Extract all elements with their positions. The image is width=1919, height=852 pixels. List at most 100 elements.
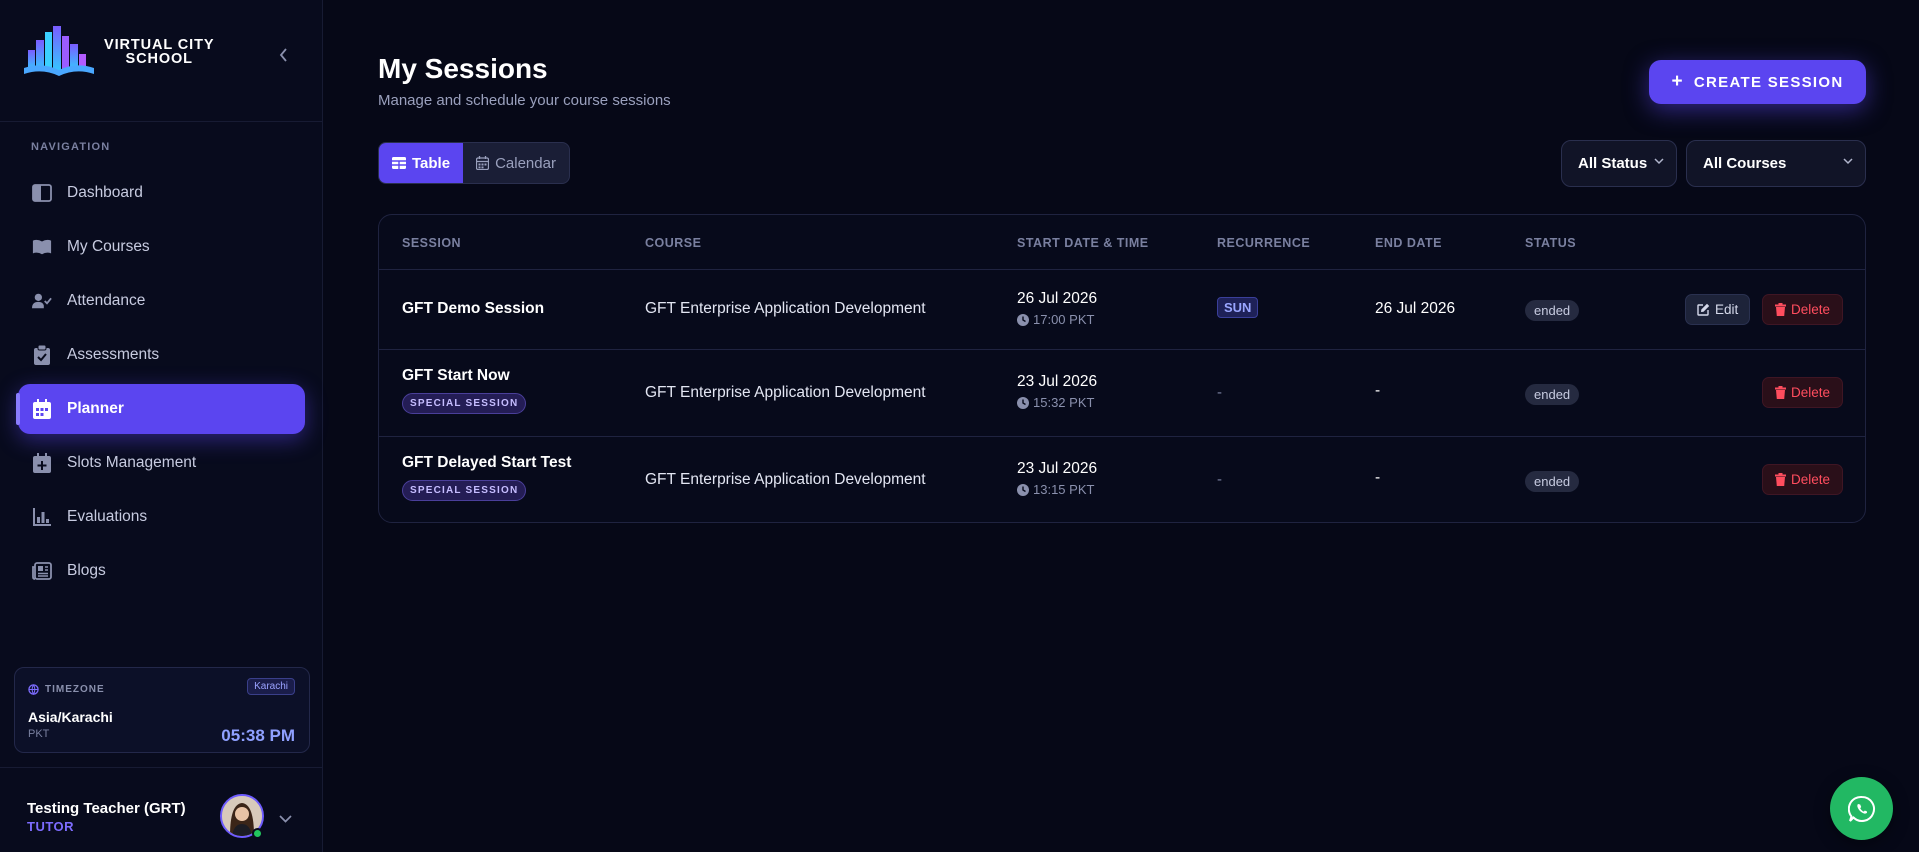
session-end-date: - bbox=[1375, 382, 1381, 399]
brand-logo[interactable]: VIRTUAL CITY SCHOOL bbox=[22, 26, 214, 78]
sidebar-item-evaluations[interactable]: Evaluations bbox=[18, 492, 305, 542]
collapse-sidebar-button[interactable] bbox=[278, 48, 290, 66]
sidebar-nav: Dashboard My Courses Attendance Assessme… bbox=[16, 168, 305, 600]
whatsapp-icon bbox=[1847, 795, 1875, 822]
sidebar-item-assessments[interactable]: Assessments bbox=[18, 330, 305, 380]
clock-icon bbox=[1017, 313, 1029, 326]
edit-icon bbox=[1697, 303, 1710, 316]
sidebar: VIRTUAL CITY SCHOOL NAVIGATION Dashboard… bbox=[0, 0, 323, 852]
calendar-view-button[interactable]: Calendar bbox=[463, 143, 569, 183]
timezone-time: 05:38 PM bbox=[221, 726, 295, 745]
column-header-status: STATUS bbox=[1525, 236, 1577, 250]
calendar-plus-icon bbox=[32, 453, 52, 473]
column-header-session: SESSION bbox=[402, 236, 462, 250]
column-header-end-date: END DATE bbox=[1375, 236, 1442, 250]
timezone-card: TIMEZONE Karachi Asia/Karachi PKT 05:38 … bbox=[14, 667, 310, 753]
clock-icon bbox=[1017, 396, 1029, 409]
session-recurrence: - bbox=[1217, 384, 1222, 401]
timezone-name: Asia/Karachi bbox=[28, 709, 113, 725]
calendar-icon bbox=[32, 399, 52, 419]
user-role: TUTOR bbox=[27, 819, 75, 834]
delete-button[interactable]: Delete bbox=[1762, 294, 1844, 325]
calendar-view-label: Calendar bbox=[495, 154, 556, 172]
delete-label: Delete bbox=[1791, 302, 1831, 317]
sidebar-item-dashboard[interactable]: Dashboard bbox=[18, 168, 305, 218]
sidebar-item-label: Slots Management bbox=[67, 454, 197, 471]
page-subtitle: Manage and schedule your course sessions bbox=[378, 92, 671, 109]
session-end-date: - bbox=[1375, 469, 1381, 486]
sidebar-item-label: Assessments bbox=[67, 346, 160, 363]
sidebar-item-label: Attendance bbox=[67, 292, 146, 309]
session-start-time: 15:32 PKT bbox=[1033, 395, 1095, 410]
bar-chart-icon bbox=[32, 507, 52, 527]
special-session-badge: SPECIAL SESSION bbox=[402, 480, 527, 501]
delete-label: Delete bbox=[1791, 472, 1831, 487]
sidebar-item-slots-management[interactable]: Slots Management bbox=[18, 438, 305, 488]
chevron-left-icon bbox=[279, 48, 287, 62]
trash-icon bbox=[1775, 386, 1786, 399]
sidebar-item-blogs[interactable]: Blogs bbox=[18, 546, 305, 596]
table-row: GFT Delayed Start Test SPECIAL SESSION G… bbox=[379, 437, 1865, 524]
session-recurrence: - bbox=[1217, 471, 1222, 488]
divider bbox=[0, 121, 322, 122]
brand-line1: VIRTUAL CITY bbox=[104, 37, 215, 53]
session-start-date: 26 Jul 2026 bbox=[1017, 290, 1098, 307]
sidebar-item-label: Dashboard bbox=[67, 184, 143, 201]
sidebar-item-label: Blogs bbox=[67, 562, 106, 579]
column-header-course: COURSE bbox=[645, 236, 702, 250]
course-filter-value: All Courses bbox=[1703, 155, 1787, 172]
edit-button[interactable]: Edit bbox=[1685, 294, 1751, 325]
session-name: GFT Delayed Start Test bbox=[402, 454, 572, 471]
session-start-time: 17:00 PKT bbox=[1033, 312, 1095, 327]
sessions-table: SESSION COURSE START DATE & TIME RECURRE… bbox=[378, 214, 1866, 523]
globe-icon bbox=[28, 684, 39, 695]
page-title: My Sessions bbox=[378, 53, 548, 84]
special-session-badge: SPECIAL SESSION bbox=[402, 393, 527, 414]
delete-button[interactable]: Delete bbox=[1762, 464, 1844, 495]
create-session-button[interactable]: + CREATE SESSION bbox=[1649, 60, 1866, 104]
timezone-label: TIMEZONE bbox=[45, 684, 105, 695]
status-badge: ended bbox=[1525, 384, 1580, 405]
table-icon bbox=[392, 157, 406, 169]
user-name: Testing Teacher (GRT) bbox=[27, 800, 186, 817]
city-logo-icon bbox=[24, 26, 94, 76]
status-filter-select[interactable]: All Status bbox=[1561, 140, 1677, 187]
whatsapp-chat-button[interactable] bbox=[1830, 777, 1893, 840]
delete-button[interactable]: Delete bbox=[1762, 377, 1844, 408]
calendar-icon bbox=[476, 156, 490, 170]
clock-icon bbox=[1017, 483, 1029, 496]
sidebar-item-planner[interactable]: Planner bbox=[16, 384, 305, 434]
session-course: GFT Enterprise Application Development bbox=[645, 300, 926, 317]
session-start-time: 13:15 PKT bbox=[1033, 482, 1095, 497]
session-start-date: 23 Jul 2026 bbox=[1017, 460, 1098, 477]
course-filter-select[interactable]: All Courses bbox=[1686, 140, 1866, 187]
newspaper-icon bbox=[32, 561, 52, 581]
sidebar-item-label: Planner bbox=[67, 400, 124, 417]
plus-icon: + bbox=[1671, 71, 1684, 92]
sidebar-item-attendance[interactable]: Attendance bbox=[18, 276, 305, 326]
table-view-button[interactable]: Table bbox=[379, 143, 464, 183]
session-end-date: 26 Jul 2026 bbox=[1375, 300, 1456, 317]
online-status-dot bbox=[252, 828, 263, 839]
column-header-recurrence: RECURRENCE bbox=[1217, 236, 1311, 250]
clipboard-icon bbox=[32, 345, 52, 365]
timezone-badge: Karachi bbox=[247, 678, 295, 695]
session-name: GFT Start Now bbox=[402, 367, 510, 384]
trash-icon bbox=[1775, 473, 1786, 486]
session-course: GFT Enterprise Application Development bbox=[645, 384, 926, 401]
user-menu[interactable]: Testing Teacher (GRT) TUTOR bbox=[0, 767, 323, 852]
view-toggle: Table Calendar bbox=[378, 142, 570, 184]
session-start-date: 23 Jul 2026 bbox=[1017, 373, 1098, 390]
table-view-label: Table bbox=[412, 154, 451, 172]
column-header-start-date: START DATE & TIME bbox=[1017, 236, 1149, 250]
nav-heading: NAVIGATION bbox=[31, 141, 111, 153]
sidebar-item-my-courses[interactable]: My Courses bbox=[18, 222, 305, 272]
delete-label: Delete bbox=[1791, 385, 1831, 400]
chevron-down-icon[interactable] bbox=[279, 810, 292, 828]
sidebar-item-label: My Courses bbox=[67, 238, 150, 255]
session-name: GFT Demo Session bbox=[402, 300, 545, 317]
create-session-label: CREATE SESSION bbox=[1693, 73, 1844, 91]
chevron-down-icon bbox=[1843, 158, 1853, 165]
trash-icon bbox=[1775, 303, 1786, 316]
chevron-down-icon bbox=[1654, 158, 1664, 165]
